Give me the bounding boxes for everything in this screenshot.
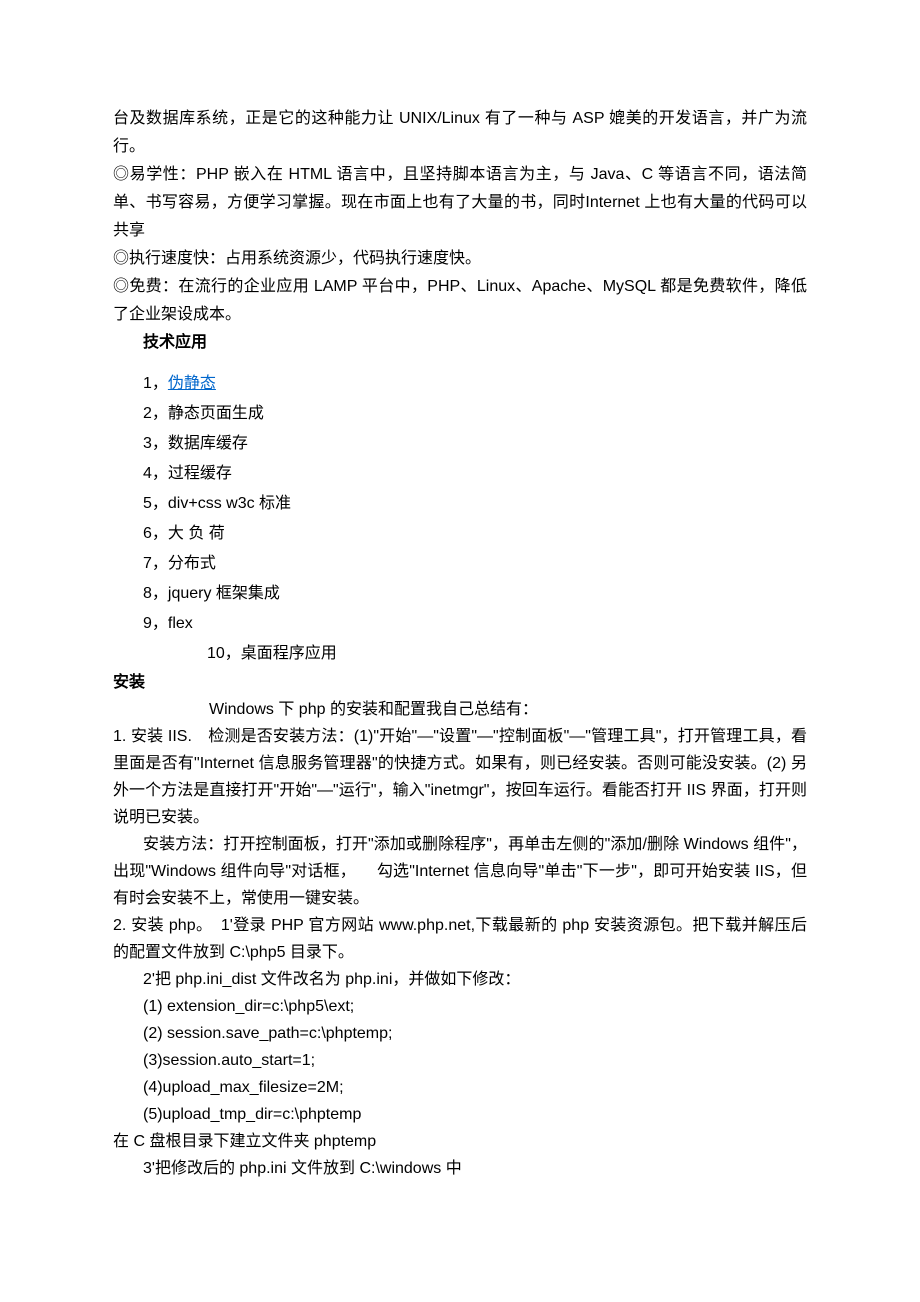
paragraph-free: ◎免费：在流行的企业应用 LAMP 平台中，PHP、Linux、Apache、M… xyxy=(113,273,807,329)
list-item: 4，过程缓存 xyxy=(143,459,807,489)
config-line-5: (5)upload_tmp_dir=c:\phptemp xyxy=(113,1101,807,1128)
install-php: 2. 安装 php。 1'登录 PHP 官方网站 www.php.net,下载最… xyxy=(113,912,807,966)
link-pseudo-static[interactable]: 伪静态 xyxy=(168,375,216,392)
section-title-tech: 技术应用 xyxy=(113,329,807,357)
document-page: 台及数据库系统，正是它的这种能力让 UNIX/Linux 有了一种与 ASP 媲… xyxy=(0,0,920,1262)
config-line-1: (1) extension_dir=c:\php5\ext; xyxy=(113,993,807,1020)
item-number: 7， xyxy=(143,555,168,572)
list-item: 1，伪静态 xyxy=(143,369,807,399)
section-title-install: 安装 xyxy=(113,669,807,696)
install-iis: 1. 安装 IIS. 检测是否安装方法：(1)"开始"—"设置"—"控制面板"—… xyxy=(113,723,807,831)
install-intro: Windows 下 php 的安装和配置我自己总结有： xyxy=(113,696,807,723)
item-text: div+css w3c 标准 xyxy=(168,495,291,512)
item-number: 4， xyxy=(143,465,168,482)
item-text: jquery 框架集成 xyxy=(168,585,280,602)
item-number: 6， xyxy=(143,525,168,542)
item-number: 5， xyxy=(143,495,168,512)
list-item: 7，分布式 xyxy=(143,549,807,579)
item-text: 数据库缓存 xyxy=(168,435,248,452)
list-item: 5，div+css w3c 标准 xyxy=(143,489,807,519)
list-item: 6，大 负 荷 xyxy=(143,519,807,549)
item-number: 1， xyxy=(143,375,168,392)
config-line-3: (3)session.auto_start=1; xyxy=(113,1047,807,1074)
list-item: 8，jquery 框架集成 xyxy=(143,579,807,609)
install-section: 安装 Windows 下 php 的安装和配置我自己总结有： 1. 安装 IIS… xyxy=(113,669,807,1182)
item-number: 9， xyxy=(143,615,168,632)
item-text: flex xyxy=(168,615,193,632)
paragraph-speed: ◎执行速度快：占用系统资源少，代码执行速度快。 xyxy=(113,245,807,273)
install-folder: 在 C 盘根目录下建立文件夹 phptemp xyxy=(113,1128,807,1155)
paragraph-easy: ◎易学性：PHP 嵌入在 HTML 语言中，且坚持脚本语言为主，与 Java、C… xyxy=(113,161,807,245)
config-line-2: (2) session.save_path=c:\phptemp; xyxy=(113,1020,807,1047)
item-number: 3， xyxy=(143,435,168,452)
item-text: 分布式 xyxy=(168,555,216,572)
list-item: 3，数据库缓存 xyxy=(143,429,807,459)
install-rename: 2'把 php.ini_dist 文件改名为 php.ini，并做如下修改： xyxy=(113,966,807,993)
list-item-10: 10，桌面程序应用 xyxy=(143,639,807,669)
list-item: 2，静态页面生成 xyxy=(143,399,807,429)
item-text: 过程缓存 xyxy=(168,465,232,482)
item-number: 2， xyxy=(143,405,168,422)
config-line-4: (4)upload_max_filesize=2M; xyxy=(113,1074,807,1101)
list-item: 9，flex xyxy=(143,609,807,639)
item-text: 静态页面生成 xyxy=(168,405,264,422)
install-copy-ini: 3'把修改后的 php.ini 文件放到 C:\windows 中 xyxy=(113,1155,807,1182)
item-number: 8， xyxy=(143,585,168,602)
item-text: 大 负 荷 xyxy=(168,525,225,542)
tech-list: 1，伪静态 2，静态页面生成 3，数据库缓存 4，过程缓存 5，div+css … xyxy=(113,369,807,669)
paragraph-platform: 台及数据库系统，正是它的这种能力让 UNIX/Linux 有了一种与 ASP 媲… xyxy=(113,105,807,161)
install-method: 安装方法：打开控制面板，打开"添加或删除程序"，再单击左侧的"添加/删除 Win… xyxy=(113,831,807,912)
